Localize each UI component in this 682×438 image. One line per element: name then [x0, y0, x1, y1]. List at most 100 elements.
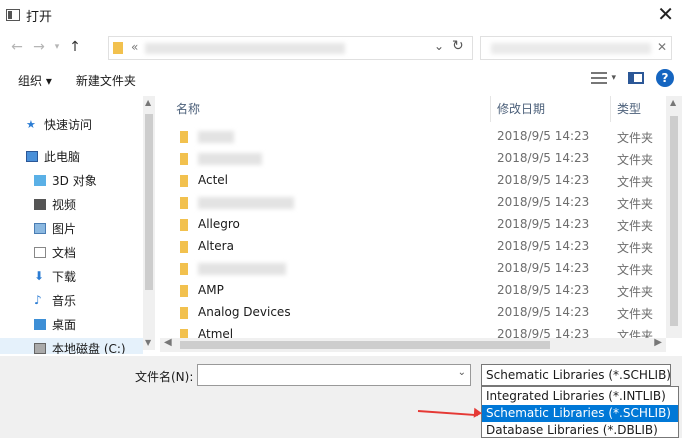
folder-icon	[180, 153, 188, 165]
preview-pane-icon[interactable]	[628, 72, 644, 84]
file-name-blurred	[198, 197, 294, 209]
folder-icon	[180, 263, 188, 275]
sidebar-item-quick-access[interactable]: ★ 快速访问	[26, 114, 92, 134]
sidebar-item-label: 此电脑	[44, 149, 81, 164]
desktop-icon	[34, 318, 46, 330]
arrow-up-icon[interactable]: ↑	[64, 39, 86, 55]
file-type: 文件夹	[617, 219, 654, 233]
folder-icon	[180, 307, 188, 319]
file-date: 2018/9/5 14:23	[497, 305, 590, 319]
column-header-name[interactable]: 名称	[176, 96, 200, 122]
file-name: AMP	[198, 283, 224, 297]
file-date: 2018/9/5 14:23	[497, 129, 590, 143]
sidebar-item-this-pc[interactable]: 此电脑	[26, 146, 80, 166]
refresh-icon[interactable]: ↻	[452, 38, 464, 54]
picture-icon	[34, 222, 46, 234]
music-icon: ♪	[34, 292, 42, 307]
column-divider[interactable]	[490, 96, 491, 122]
file-row[interactable]: AMP 2018/9/5 14:23 文件夹	[160, 280, 682, 302]
arrow-left-icon[interactable]: ←	[6, 39, 28, 55]
column-header-type[interactable]: 类型	[617, 96, 641, 122]
folder-icon	[180, 175, 188, 187]
chevron-down-icon[interactable]: ▾	[50, 42, 64, 52]
new-folder-button[interactable]: 新建文件夹	[76, 72, 136, 89]
file-type-selected: Schematic Libraries (*.SCHLIB)	[486, 368, 671, 382]
filename-input[interactable]: ⌄	[197, 364, 471, 386]
toolbar: 组织 ▾ 新建文件夹 ▾ ?	[0, 66, 682, 94]
file-date: 2018/9/5 14:23	[497, 283, 590, 297]
file-row[interactable]: Allegro 2018/9/5 14:23 文件夹	[160, 214, 682, 236]
file-type-option[interactable]: Database Libraries (*.DBLIB)	[482, 422, 678, 438]
column-header-date[interactable]: 修改日期	[497, 96, 545, 122]
file-row[interactable]: 2018/9/5 14:23 文件夹	[160, 192, 682, 214]
search-text-blurred	[491, 43, 651, 54]
sidebar-item-videos[interactable]: 视频	[34, 194, 76, 214]
sidebar-item-desktop[interactable]: 桌面	[34, 314, 76, 334]
file-type: 文件夹	[617, 153, 654, 167]
sidebar-item-label: 快速访问	[44, 117, 93, 132]
sidebar-item-music[interactable]: ♪ 音乐	[34, 290, 76, 310]
file-type: 文件夹	[617, 285, 654, 299]
sidebar-item-label: 视频	[52, 197, 77, 212]
sidebar-scrollbar[interactable]: ▲ ▼	[143, 96, 155, 350]
star-icon: ★	[26, 117, 36, 131]
close-icon[interactable]: ✕	[657, 4, 674, 24]
sidebar-item-label: 桌面	[52, 317, 77, 332]
address-bar[interactable]: « ⌄ ↻	[108, 36, 473, 60]
sidebar-item-documents[interactable]: 文档	[34, 242, 76, 262]
file-date: 2018/9/5 14:23	[497, 261, 590, 275]
chevron-down-icon[interactable]: ⌄	[458, 367, 466, 378]
file-name: Allegro	[198, 217, 240, 231]
address-path-blurred	[145, 43, 345, 54]
sidebar-item-pictures[interactable]: 图片	[34, 218, 76, 238]
scroll-left-icon[interactable]: ◀	[164, 337, 172, 348]
file-type-option-selected[interactable]: Schematic Libraries (*.SCHLIB)	[482, 405, 678, 422]
horizontal-scroll-thumb[interactable]	[180, 341, 550, 349]
view-options-icon[interactable]	[591, 72, 608, 84]
open-file-dialog: 打开 ✕ ← → ▾ ↑ « ⌄ ↻ ✕ 组织 ▾ 新建文件夹 ▾ ? ★ 快速…	[0, 0, 682, 438]
sidebar-scroll-thumb[interactable]	[145, 114, 153, 290]
arrow-right-icon[interactable]: →	[28, 39, 50, 55]
file-row[interactable]: 2018/9/5 14:23 文件夹	[160, 148, 682, 170]
folder-icon	[180, 197, 188, 209]
file-row[interactable]: Actel 2018/9/5 14:23 文件夹	[160, 170, 682, 192]
sidebar-item-label: 图片	[52, 221, 77, 236]
sidebar-item-label: 3D 对象	[52, 173, 97, 188]
file-row[interactable]: Analog Devices 2018/9/5 14:23 文件夹	[160, 302, 682, 324]
chevron-down-icon[interactable]: ▾	[611, 73, 616, 83]
sidebar-item-label: 本地磁盘 (C:)	[52, 341, 126, 355]
sidebar-item-local-disk[interactable]: 本地磁盘 (C:)	[0, 338, 143, 354]
scroll-down-icon[interactable]: ▼	[145, 338, 151, 347]
sidebar-item-3d-objects[interactable]: 3D 对象	[34, 170, 97, 190]
file-type-select[interactable]: Schematic Libraries (*.SCHLIB)	[481, 364, 671, 386]
column-divider[interactable]	[610, 96, 611, 122]
file-type: 文件夹	[617, 307, 654, 321]
file-name-blurred	[198, 131, 234, 143]
sidebar-item-label: 下载	[52, 269, 77, 284]
scroll-up-icon[interactable]: ▲	[145, 98, 151, 107]
file-row[interactable]: 2018/9/5 14:23 文件夹	[160, 126, 682, 148]
file-name: Analog Devices	[198, 305, 291, 319]
annotation-arrow-head	[473, 407, 483, 419]
organize-button[interactable]: 组织 ▾	[18, 72, 52, 89]
file-date: 2018/9/5 14:23	[497, 239, 590, 253]
file-list-vertical-scrollbar[interactable]: ▲	[666, 96, 682, 338]
clear-icon[interactable]: ✕	[657, 40, 667, 54]
sidebar-item-downloads[interactable]: ⬇ 下载	[34, 266, 76, 286]
search-input[interactable]: ✕	[480, 36, 672, 60]
chevron-down-icon[interactable]: ⌄	[434, 39, 444, 53]
file-list-horizontal-scrollbar[interactable]: ◀ ▶	[160, 337, 666, 352]
scroll-up-icon[interactable]: ▲	[670, 98, 676, 107]
file-date: 2018/9/5 14:23	[497, 151, 590, 165]
file-row[interactable]: 2018/9/5 14:23 文件夹	[160, 258, 682, 280]
scroll-right-icon[interactable]: ▶	[654, 337, 662, 348]
file-list-scroll-thumb[interactable]	[670, 116, 678, 326]
filename-label: 文件名(N):	[135, 370, 194, 384]
file-type-option[interactable]: Integrated Libraries (*.INTLIB)	[482, 388, 678, 405]
address-chevron[interactable]: «	[131, 40, 138, 54]
folder-icon	[180, 241, 188, 253]
help-icon[interactable]: ?	[656, 69, 674, 87]
sidebar-item-label: 音乐	[52, 293, 77, 308]
file-row[interactable]: Altera 2018/9/5 14:23 文件夹	[160, 236, 682, 258]
file-name: Actel	[198, 173, 229, 187]
